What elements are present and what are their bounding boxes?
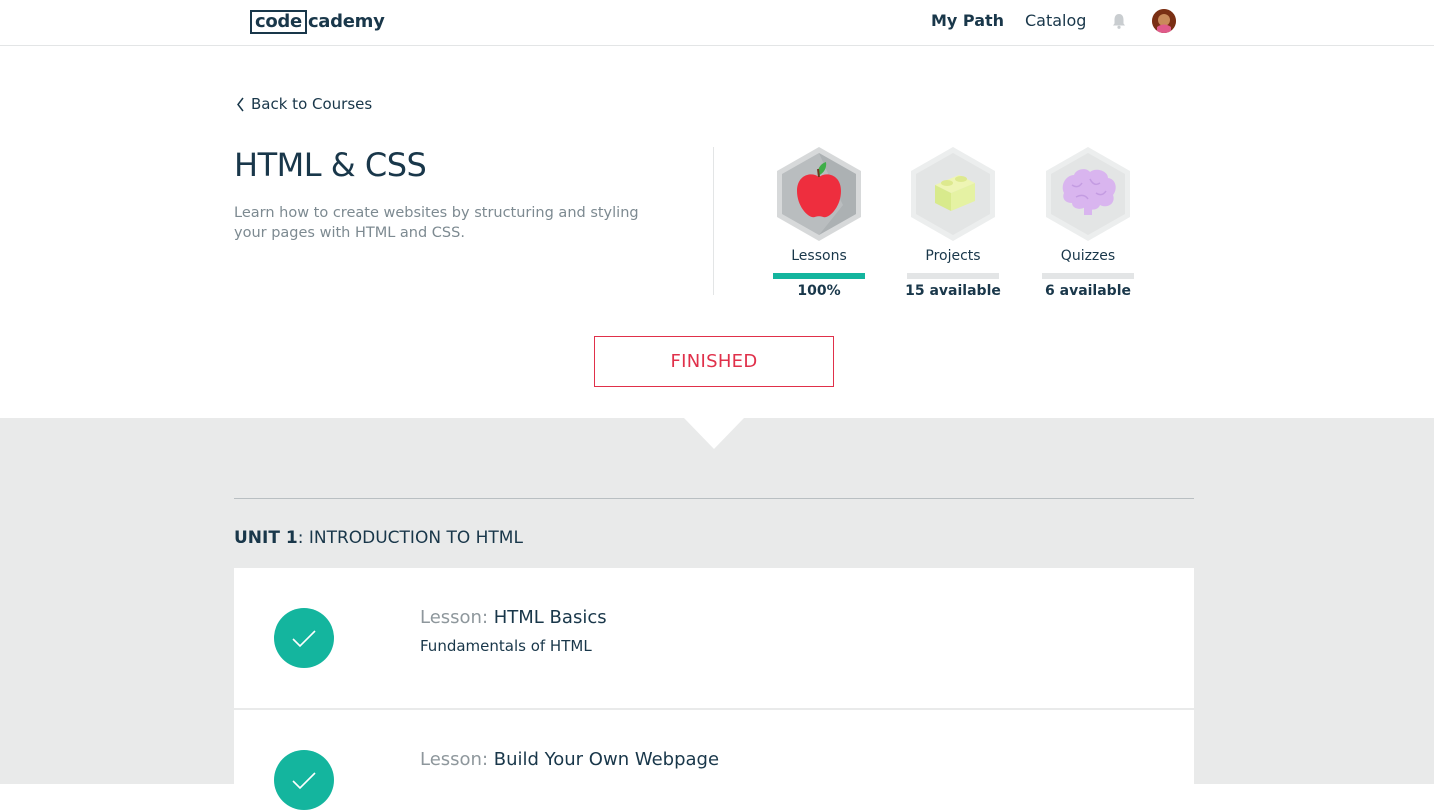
lesson-name: Build Your Own Webpage: [493, 749, 720, 770]
lesson-prefix: Lesson:: [420, 607, 494, 628]
check-icon: [274, 750, 334, 810]
unit-divider: [234, 498, 1194, 499]
back-label: Back to Courses: [251, 95, 373, 113]
course-description: Learn how to create websites by structur…: [234, 205, 639, 241]
finished-button[interactable]: FINISHED: [594, 336, 834, 387]
stat-lessons: Lessons 100%: [773, 145, 865, 299]
unit-heading: UNIT 1: INTRODUCTION TO HTML: [234, 528, 523, 548]
unit-number: UNIT 1: [234, 528, 298, 548]
progress-fill: [773, 273, 865, 279]
nav-catalog[interactable]: Catalog: [1025, 11, 1086, 30]
check-icon: [274, 608, 334, 668]
lesson-card[interactable]: Lesson: Build Your Own Webpage: [234, 710, 1194, 810]
lessons-progress-bar: [773, 273, 865, 279]
brain-icon: [1046, 147, 1130, 241]
quizzes-progress-bar: [1042, 273, 1134, 279]
codecademy-logo[interactable]: code cademy: [250, 9, 385, 34]
stat-label: Lessons: [791, 248, 847, 264]
stat-label: Projects: [925, 248, 981, 264]
lesson-subtitle: Fundamentals of HTML: [420, 637, 592, 655]
section-notch: [684, 418, 744, 449]
lesson-title: Lesson: Build Your Own Webpage: [420, 749, 719, 770]
chevron-left-icon: [237, 97, 244, 111]
unit-name: : INTRODUCTION TO HTML: [297, 528, 523, 548]
stat-quizzes: Quizzes 6 available: [1042, 145, 1134, 299]
apple-icon: [777, 147, 861, 241]
top-navbar: code cademy My Path Catalog: [0, 0, 1434, 46]
nav-my-path[interactable]: My Path: [931, 11, 1004, 30]
stat-value: 100%: [797, 283, 841, 299]
projects-progress-bar: [907, 273, 999, 279]
lesson-name: HTML Basics: [493, 607, 607, 628]
vertical-divider: [713, 147, 714, 295]
lesson-card[interactable]: Lesson: HTML Basics Fundamentals of HTML: [234, 568, 1194, 708]
lego-brick-icon: [911, 147, 995, 241]
course-title: HTML & CSS: [234, 146, 427, 184]
lesson-title: Lesson: HTML Basics: [420, 607, 607, 628]
stat-value: 6 available: [1045, 283, 1131, 299]
bell-icon[interactable]: [1110, 12, 1128, 30]
logo-boxed-text: code: [250, 9, 307, 34]
stat-projects: Projects 15 available: [905, 145, 1001, 299]
logo-rest-text: cademy: [307, 10, 385, 32]
lesson-prefix: Lesson:: [420, 749, 494, 770]
back-to-courses-link[interactable]: Back to Courses: [236, 95, 372, 113]
stat-value: 15 available: [905, 283, 1001, 299]
avatar[interactable]: [1152, 9, 1176, 33]
stat-label: Quizzes: [1060, 248, 1116, 264]
